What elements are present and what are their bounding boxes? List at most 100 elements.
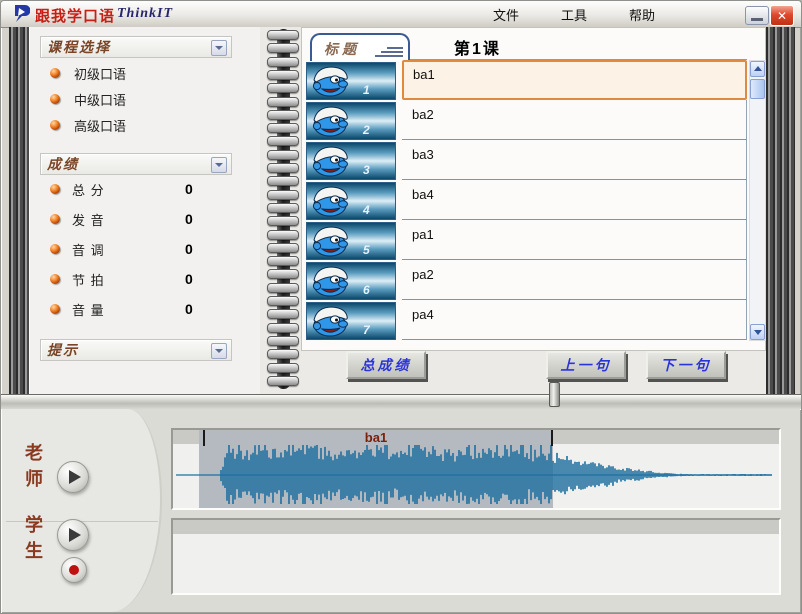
sentence-row[interactable]: 4 ba4 xyxy=(304,180,747,220)
student-waveform[interactable] xyxy=(171,518,781,595)
collapse-course-button[interactable] xyxy=(211,40,227,56)
sentence-row[interactable]: 2 ba2 xyxy=(304,100,747,140)
svg-text:5: 5 xyxy=(363,243,370,257)
menu-help[interactable]: 帮助 xyxy=(625,3,659,26)
tab-title[interactable]: 标题 xyxy=(310,33,410,61)
svg-text:3: 3 xyxy=(363,163,370,177)
spiral-ring xyxy=(267,336,299,346)
menu-tools[interactable]: 工具 xyxy=(557,3,591,26)
spiral-ring xyxy=(267,230,299,240)
spiral-ring xyxy=(267,323,299,333)
spiral-ring xyxy=(267,97,299,107)
close-button[interactable] xyxy=(770,5,794,26)
sidebar-item-intermediate[interactable]: 中级口语 xyxy=(50,91,126,107)
score-row-tone: 音 调 0 xyxy=(50,241,240,257)
spiral-ring xyxy=(267,123,299,133)
smurf-avatar-button[interactable]: 1 xyxy=(306,62,396,100)
score-section-header: 成绩 xyxy=(40,153,232,175)
collapse-score-button[interactable] xyxy=(211,157,227,173)
record-button[interactable] xyxy=(61,557,87,583)
score-section-title: 成绩 xyxy=(47,154,79,174)
sentence-text[interactable]: pa2 xyxy=(402,260,747,300)
score-value: 0 xyxy=(185,241,193,257)
bullet-icon xyxy=(50,214,60,224)
course-label: 中级口语 xyxy=(74,90,126,109)
app-logo-icon xyxy=(11,4,30,23)
panel-splitter xyxy=(1,394,801,410)
sentence-row[interactable]: 5 pa1 xyxy=(304,220,747,260)
course-label: 高级口语 xyxy=(74,116,126,135)
student-play-button[interactable] xyxy=(57,519,89,551)
score-value: 0 xyxy=(185,211,193,227)
scroll-down-button[interactable] xyxy=(750,324,765,340)
svg-text:4: 4 xyxy=(362,203,370,217)
spiral-ring xyxy=(267,163,299,173)
menu-file[interactable]: 文件 xyxy=(489,3,523,26)
spiral-ring xyxy=(267,216,299,226)
bullet-icon xyxy=(50,68,60,78)
spiral-ring xyxy=(267,363,299,373)
smurf-avatar-button[interactable]: 7 xyxy=(306,302,396,340)
sentence-row[interactable]: 1 ba1 xyxy=(304,60,747,100)
smurf-avatar-button[interactable]: 6 xyxy=(306,262,396,300)
score-value: 0 xyxy=(185,301,193,317)
sentence-row[interactable]: 6 pa2 xyxy=(304,260,747,300)
svg-text:2: 2 xyxy=(362,123,370,137)
sidebar-item-advanced[interactable]: 高级口语 xyxy=(50,117,126,133)
spiral-ring xyxy=(267,243,299,253)
sentence-text[interactable]: pa1 xyxy=(402,220,747,260)
smurf-avatar-button[interactable]: 4 xyxy=(306,182,396,220)
sentence-text[interactable]: pa4 xyxy=(402,300,747,340)
course-label: 初级口语 xyxy=(74,64,126,83)
player-left-zone xyxy=(2,409,162,612)
scrollbar[interactable] xyxy=(749,60,766,341)
sidebar-item-beginner[interactable]: 初级口语 xyxy=(50,65,126,81)
teacher-play-button[interactable] xyxy=(57,461,89,493)
scroll-thumb[interactable] xyxy=(750,79,765,99)
scroll-up-button[interactable] xyxy=(750,61,765,77)
total-score-button[interactable]: 总成绩 xyxy=(346,351,426,379)
player-panel: 老师 学生 ba1 xyxy=(2,409,800,612)
waveform-clip-label: ba1 xyxy=(199,430,553,445)
teacher-waveform[interactable]: ba1 xyxy=(171,428,781,510)
spiral-ring xyxy=(267,70,299,80)
spiral-ring xyxy=(267,203,299,213)
bullet-icon xyxy=(50,304,60,314)
smurf-avatar-button[interactable]: 3 xyxy=(306,142,396,180)
sentence-text[interactable]: ba3 xyxy=(402,140,747,180)
student-label: 学生 xyxy=(20,515,46,567)
spiral-ring xyxy=(267,57,299,67)
spiral-ring xyxy=(267,110,299,120)
spiral-ring xyxy=(267,376,299,386)
next-sentence-button[interactable]: 下一句 xyxy=(646,351,726,379)
sentence-text[interactable]: ba4 xyxy=(402,180,747,220)
bullet-icon xyxy=(50,184,60,194)
spiral-ring xyxy=(267,309,299,319)
sentence-text[interactable]: ba1 xyxy=(402,60,747,100)
smurf-avatar-button[interactable]: 5 xyxy=(306,222,396,260)
lesson-heading: 第1课 xyxy=(454,35,501,59)
binder-clip xyxy=(549,382,560,407)
notebook-area: 课程选择 初级口语 中级口语 高级口语 成绩 总 分 xyxy=(9,27,795,396)
title-bar: 跟我学口语 ThinkIT 文件 工具 帮助 xyxy=(1,1,801,28)
spiral-ring xyxy=(267,43,299,53)
course-section-header: 课程选择 xyxy=(40,36,232,58)
spiral-ring xyxy=(267,190,299,200)
score-label: 音 调 xyxy=(72,240,105,259)
sentence-text[interactable]: ba2 xyxy=(402,100,747,140)
score-label: 音 量 xyxy=(72,300,105,319)
hint-section-header: 提示 xyxy=(40,339,232,361)
sentence-row[interactable]: 7 pa4 xyxy=(304,300,747,340)
teacher-label: 老师 xyxy=(20,443,46,495)
course-section-title: 课程选择 xyxy=(47,37,111,57)
page-edge-left xyxy=(9,27,29,394)
smurf-avatar-button[interactable]: 2 xyxy=(306,102,396,140)
minimize-button[interactable] xyxy=(745,6,769,25)
menu-bar: 文件 工具 帮助 xyxy=(489,1,659,27)
waveform-header-strip xyxy=(173,520,779,534)
spiral-ring xyxy=(267,283,299,293)
previous-sentence-button[interactable]: 上一句 xyxy=(546,351,626,379)
sentence-row[interactable]: 3 ba3 xyxy=(304,140,747,180)
collapse-hint-button[interactable] xyxy=(211,343,227,359)
spiral-ring xyxy=(267,30,299,40)
